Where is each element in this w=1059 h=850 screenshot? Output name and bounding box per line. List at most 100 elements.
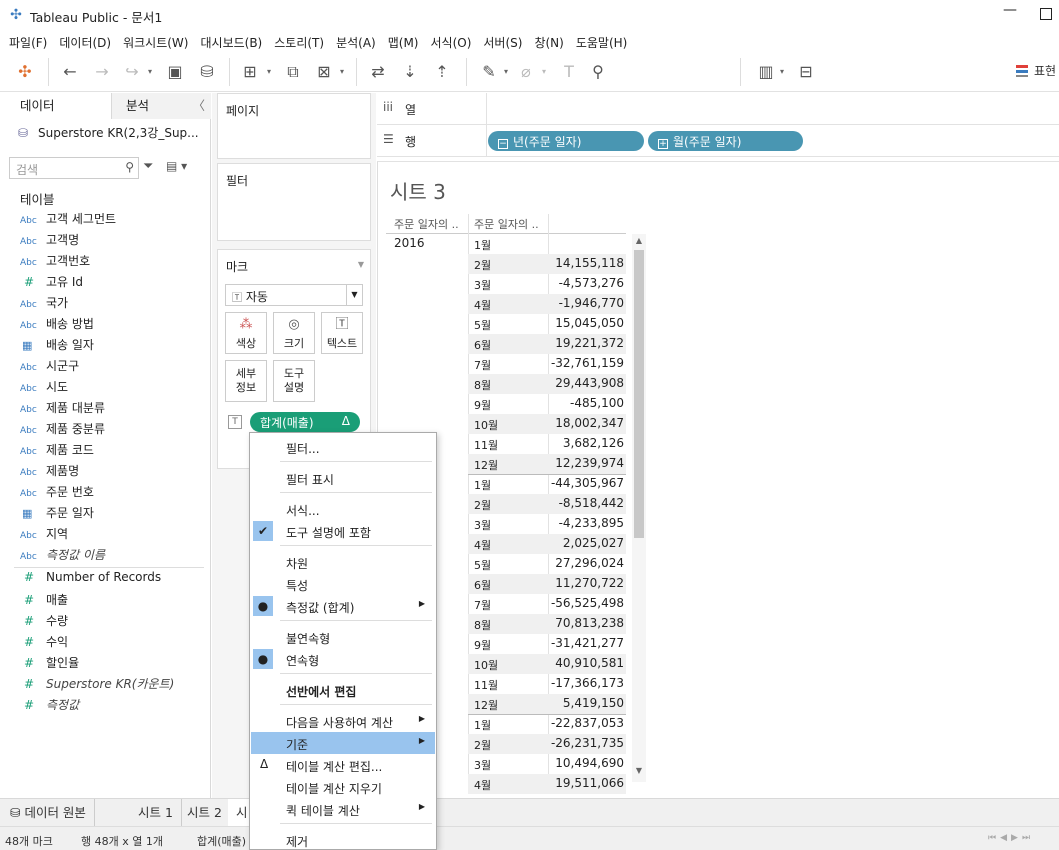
chevron-down-icon[interactable]: ▾ (148, 60, 156, 84)
save-icon[interactable]: ▣ (163, 60, 187, 84)
swap-rows-columns-icon[interactable]: ⇄ (366, 60, 390, 84)
menu-item-edit-in-shelf[interactable]: 선반에서 편집 (251, 679, 435, 701)
value-cell[interactable]: -31,421,277 (548, 634, 626, 654)
menu-dashboard[interactable]: 대시보드(B) (195, 30, 267, 52)
dimension-field[interactable]: Abc 고객번호 (20, 252, 90, 272)
menu-item-continuous[interactable]: ● 연속형 (251, 648, 435, 670)
menu-item-edit-table-calc[interactable]: Δ 테이블 계산 편집... (251, 754, 435, 776)
minimize-icon[interactable]: — (1000, 2, 1020, 26)
value-cell[interactable]: -56,525,498 (548, 594, 626, 614)
menu-format[interactable]: 서식(O) (426, 30, 477, 52)
menu-item-remove[interactable]: 제거 (251, 829, 435, 850)
view-options-icon[interactable]: ▤ ▾ (166, 159, 187, 173)
presentation-mode-icon[interactable]: ⊟ (794, 60, 818, 84)
dimension-field[interactable]: Abc 지역 (20, 525, 68, 545)
month-cell[interactable]: 1월 (468, 474, 548, 494)
month-cell[interactable]: 6월 (468, 334, 548, 354)
tooltip-button[interactable]: 도구 설명 (273, 360, 315, 402)
dimension-field[interactable]: Abc 측정값 이름 (20, 546, 105, 566)
pin-axes-icon[interactable]: ⚲ (586, 60, 610, 84)
measure-field[interactable]: # 수익 (20, 633, 68, 653)
value-cell[interactable]: 10,494,690 (548, 754, 626, 774)
dimension-field[interactable]: Abc 제품 대분류 (20, 399, 105, 419)
duplicate-sheet-icon[interactable]: ⧉ (281, 60, 305, 84)
measure-field[interactable]: # Superstore KR(카운트) (20, 675, 174, 695)
dimension-field[interactable]: Abc 제품 코드 (20, 441, 94, 461)
show-me-button[interactable]: 표현 (1016, 62, 1056, 79)
tableau-home-icon[interactable]: ✣ (13, 60, 37, 84)
month-order-date-pill[interactable]: + 월(주문 일자) (648, 131, 803, 151)
value-cell[interactable]: 5,419,150 (548, 694, 626, 714)
value-cell[interactable]: -32,761,159 (548, 354, 626, 374)
chevron-down-icon[interactable]: ▾ (504, 60, 512, 84)
month-cell[interactable]: 6월 (468, 574, 548, 594)
menu-file[interactable]: 파일(F) (4, 30, 52, 52)
month-cell[interactable]: 12월 (468, 454, 548, 474)
menu-story[interactable]: 스토리(T) (269, 30, 329, 52)
rows-shelf[interactable]: ☰ 행 − 년(주문 일자) + 월(주문 일자) (377, 125, 1059, 157)
month-cell[interactable]: 8월 (468, 374, 548, 394)
dimension-field[interactable]: ▦ 주문 일자 (20, 504, 94, 524)
scroll-down-icon[interactable]: ▼ (632, 766, 646, 780)
datasource-item[interactable]: ⛁ Superstore KR(2,3강_Sup... (18, 124, 199, 141)
value-cell[interactable]: 18,002,347 (548, 414, 626, 434)
value-cell[interactable]: -26,231,735 (548, 734, 626, 754)
dimension-field[interactable]: Abc 국가 (20, 294, 68, 314)
measure-field[interactable]: # 매출 (20, 591, 68, 611)
clear-sheet-icon[interactable]: ⊠ (312, 60, 336, 84)
dimension-field[interactable]: # 고유 Id (20, 273, 83, 293)
year-order-date-pill[interactable]: − 년(주문 일자) (488, 131, 644, 151)
year-label-2016[interactable]: 2016 (394, 236, 425, 250)
menu-help[interactable]: 도움말(H) (571, 30, 633, 52)
value-cell[interactable]: -485,100 (548, 394, 626, 414)
chevron-down-icon[interactable]: ▾ (542, 60, 550, 84)
tab-sheet-2[interactable]: 시트 2 (179, 799, 231, 827)
tab-data[interactable]: 데이터 (0, 93, 112, 119)
menu-item-dimension[interactable]: 차원 (251, 551, 435, 573)
collapse-icon[interactable]: − (498, 139, 508, 149)
month-cell[interactable]: 2월 (468, 494, 548, 514)
column-header-month[interactable]: 주문 일자의 .. (474, 216, 539, 232)
new-datasource-icon[interactable]: ⛁ (195, 60, 219, 84)
group-icon[interactable]: ⌀ (514, 60, 538, 84)
value-cell[interactable]: 27,296,024 (548, 554, 626, 574)
value-cell[interactable]: 12,239,974 (548, 454, 626, 474)
chevron-down-icon[interactable]: ▾ (267, 60, 275, 84)
text-encoding-icon[interactable]: T (228, 415, 242, 429)
month-cell[interactable]: 2월 (468, 254, 548, 274)
menu-map[interactable]: 맵(M) (383, 30, 424, 52)
value-cell[interactable]: -17,366,173 (548, 674, 626, 694)
month-cell[interactable]: 10월 (468, 414, 548, 434)
filter-icon[interactable]: ⏷ (143, 159, 153, 174)
month-cell[interactable]: 8월 (468, 614, 548, 634)
month-cell[interactable]: 3월 (468, 274, 548, 294)
expand-icon[interactable]: + (658, 139, 668, 149)
value-cell[interactable]: 40,910,581 (548, 654, 626, 674)
menu-server[interactable]: 서버(S) (478, 30, 527, 52)
measure-field[interactable]: # 측정값 (20, 696, 79, 716)
value-cell[interactable]: -8,518,442 (548, 494, 626, 514)
tab-datasource[interactable]: ⛁ 데이터 원본 (0, 799, 95, 827)
search-input[interactable]: 검색 ⚲ (9, 157, 139, 179)
menu-item-filter[interactable]: 필터... (251, 436, 435, 458)
dimension-field[interactable]: Abc 시군구 (20, 357, 79, 377)
month-cell[interactable]: 7월 (468, 594, 548, 614)
value-cell[interactable]: 19,221,372 (548, 334, 626, 354)
menu-item-relative-to[interactable]: 기준 ▶ (251, 732, 435, 754)
chevron-down-icon[interactable]: ▼ (358, 260, 364, 269)
dimension-field[interactable]: Abc 시도 (20, 378, 68, 398)
menu-worksheet[interactable]: 워크시트(W) (118, 30, 193, 52)
value-cell[interactable]: 29,443,908 (548, 374, 626, 394)
menu-item-compute-using[interactable]: 다음을 사용하여 계산 ▶ (251, 710, 435, 732)
month-cell[interactable]: 10월 (468, 654, 548, 674)
dimension-field[interactable]: ▦ 배송 일자 (20, 336, 94, 356)
month-cell[interactable]: 5월 (468, 554, 548, 574)
month-cell[interactable]: 2월 (468, 734, 548, 754)
menu-item-measure-sum[interactable]: ● 측정값 (합계) ▶ (251, 595, 435, 617)
tab-nav-arrows-icon[interactable]: ⏮◀▶⏭ (988, 833, 1034, 843)
menu-item-clear-table-calc[interactable]: 테이블 계산 지우기 (251, 776, 435, 798)
tab-analysis[interactable]: 분석 〈 (112, 93, 211, 119)
value-cell[interactable]: 2,025,027 (548, 534, 626, 554)
measure-field[interactable]: # 수량 (20, 612, 68, 632)
value-cell[interactable]: 3,682,126 (548, 434, 626, 454)
